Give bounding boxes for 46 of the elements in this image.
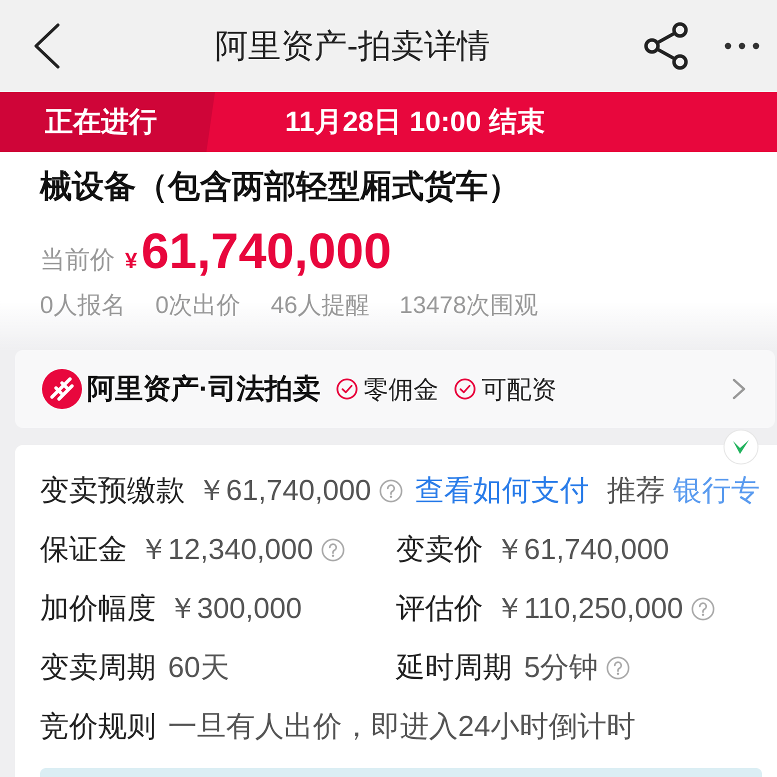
field-label: 保证金 [40, 532, 127, 568]
field-value: 60天 [168, 650, 230, 686]
field-label: 竞价规则 [40, 710, 156, 744]
help-icon[interactable] [379, 478, 404, 502]
field-label: 延时周期 [396, 650, 512, 686]
recommend-label: 推荐 [607, 474, 666, 508]
stat-text: 46人提醒 [270, 291, 370, 321]
field-value: ￥300,000 [168, 592, 302, 626]
stat-text: 13478次围观 [399, 291, 538, 321]
help-icon[interactable] [691, 596, 716, 620]
chevron-right-icon [732, 378, 746, 400]
field-label: 评估价 [396, 592, 483, 626]
back-icon[interactable] [33, 23, 61, 69]
status-badge: 正在进行 [0, 92, 215, 152]
more-icon[interactable] [724, 42, 760, 50]
field-label: 变卖周期 [40, 650, 156, 686]
lot-title: 械设备（包含两部轻型厢式货车） [40, 167, 520, 206]
brand-name: 阿里资产·司法拍卖 [87, 372, 320, 406]
help-icon[interactable] [321, 538, 346, 562]
stat-text: 0人报名 [40, 291, 126, 321]
brand-card[interactable]: 阿里资产·司法拍卖 零佣金 可配资 [15, 350, 775, 428]
page-title: 阿里资产-拍卖详情 [215, 26, 490, 66]
field-value: 一旦有人出价，即进入24小时倒计时 [168, 710, 636, 744]
share-icon[interactable] [644, 22, 688, 70]
check-circle-icon [336, 378, 358, 400]
price-label: 当前价 [40, 245, 115, 276]
payment-guide-link[interactable]: 查看如何支付 [415, 470, 590, 510]
field-label: 变卖价 [396, 532, 483, 568]
field-label: 加价幅度 [40, 592, 156, 626]
bank-link[interactable]: 银行专 [673, 470, 760, 510]
currency-symbol: ¥ [125, 248, 138, 274]
brand-logo-icon [42, 369, 82, 409]
field-value: ￥61,740,000 [495, 532, 670, 568]
current-price: 61,740,000 [141, 222, 392, 280]
end-time-text: 11月28日 10:00 结束 [285, 105, 545, 139]
check-circle-icon [454, 378, 476, 400]
field-value: ￥61,740,000 [197, 474, 372, 508]
field-value: 5分钟 [524, 650, 598, 686]
feature-text: 可配资 [481, 374, 556, 406]
stat-text: 0次出价 [155, 291, 241, 321]
field-value: ￥12,340,000 [139, 532, 314, 568]
help-icon[interactable] [606, 656, 630, 680]
field-value: ￥110,250,000 [495, 592, 684, 626]
check-badge-icon[interactable] [723, 429, 759, 465]
feature-text: 零佣金 [363, 374, 438, 406]
field-label: 变卖预缴款 [40, 474, 185, 508]
